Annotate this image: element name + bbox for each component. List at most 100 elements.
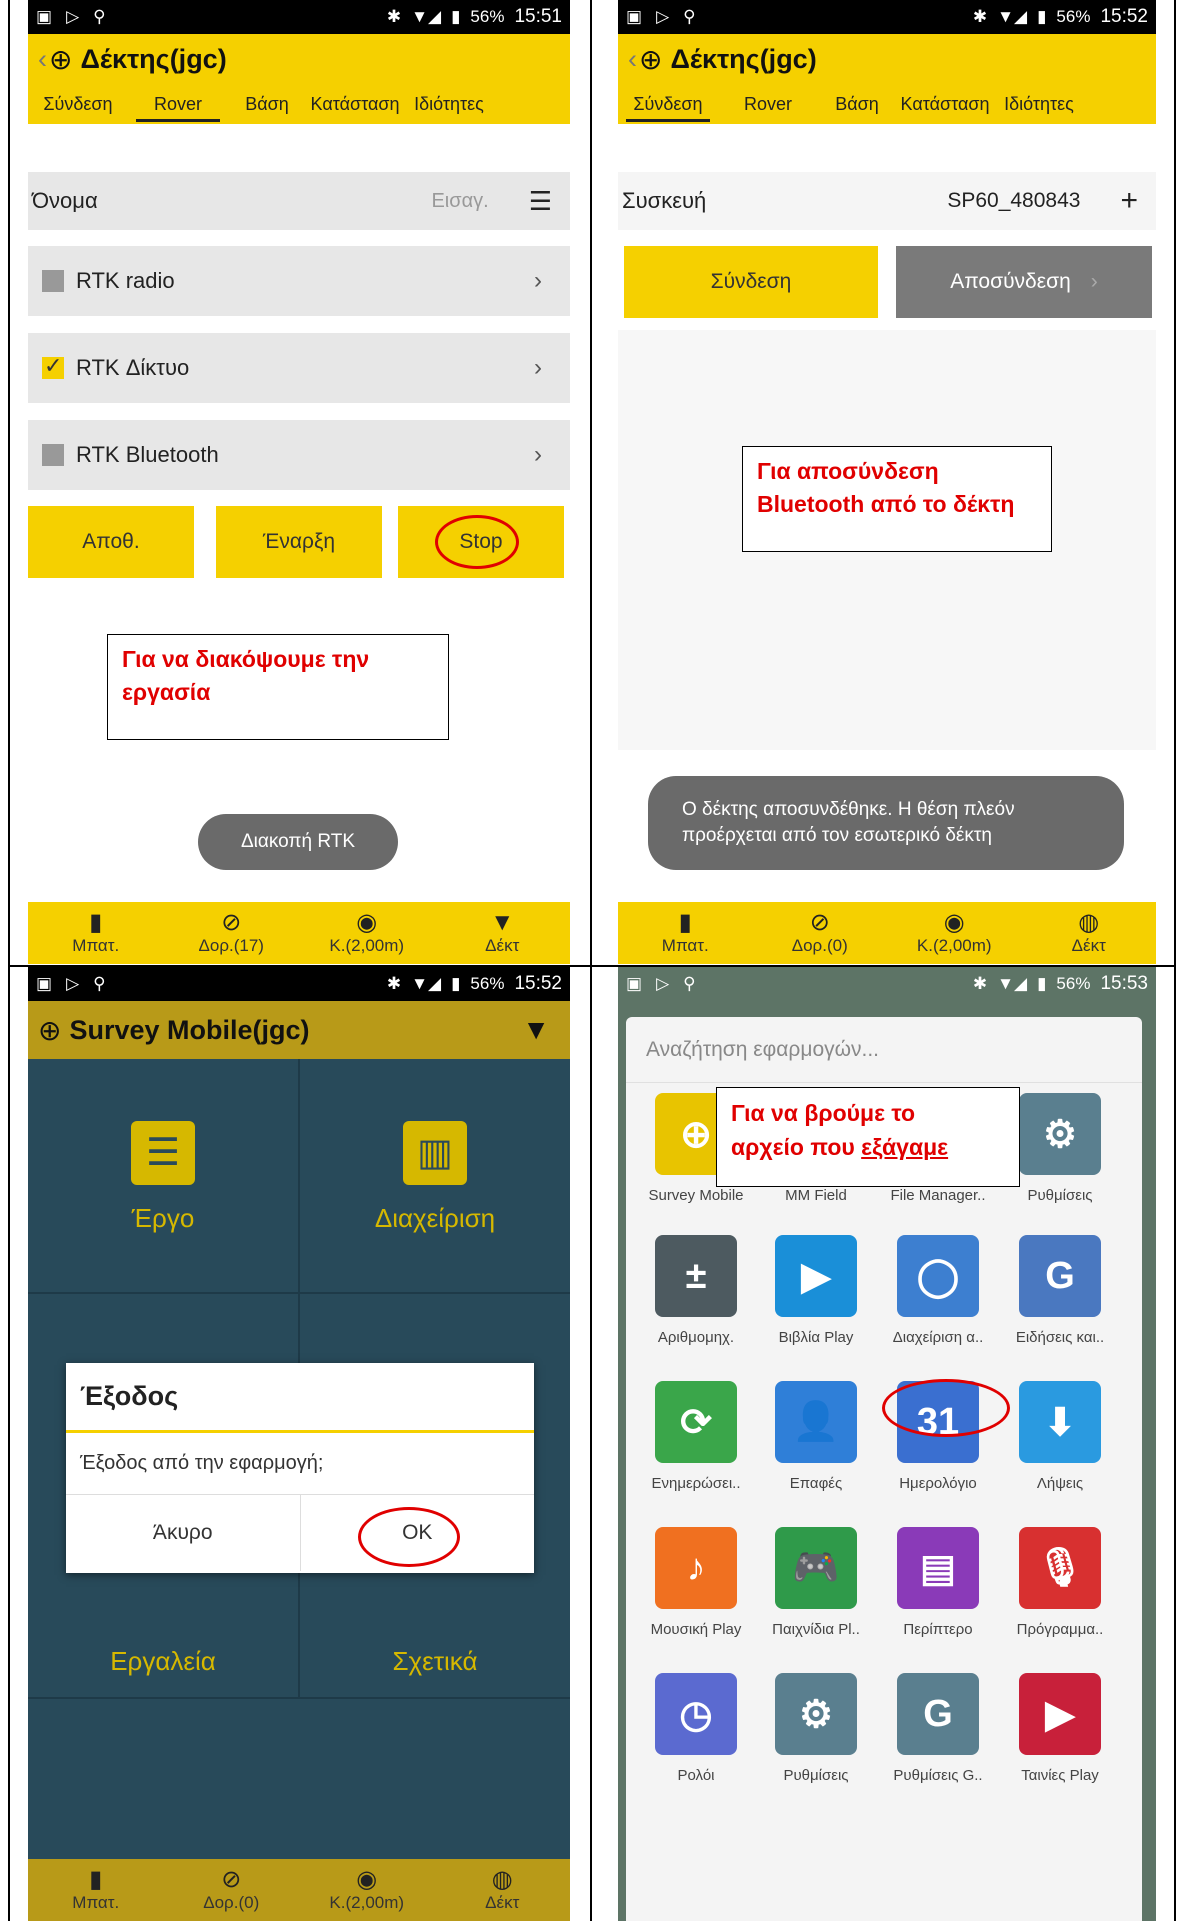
app-label: Ρολόι: [677, 1767, 715, 1784]
annotation-note: Για να βρούμε το αρχείο που εξάγαμε: [716, 1087, 1020, 1187]
receiver-icon: ◍: [1078, 909, 1100, 936]
pole-status[interactable]: ◉ Κ.(2,00m): [299, 1859, 435, 1921]
receiver-label: Δέκτ: [485, 936, 520, 955]
pole-status[interactable]: ◉ Κ.(2,00m): [887, 902, 1022, 964]
start-button[interactable]: Έναρξη: [216, 506, 382, 578]
app-file-manager-o[interactable]: ◯ Διαχείριση α..: [878, 1235, 998, 1346]
chevron-right-icon: ›: [534, 441, 542, 468]
updates-icon: ⟳: [655, 1381, 737, 1463]
tab-bar: Σύνδεση Rover Βάση Κατάσταση Ιδιότητες: [618, 84, 1156, 124]
option-rtk-bluetooth[interactable]: RTK Bluetooth ›: [28, 420, 570, 490]
satellite-label: Δορ.(0): [203, 1893, 260, 1912]
cancel-button[interactable]: Άκυρο: [66, 1495, 301, 1571]
app-play-games[interactable]: 🎮 Παιχνίδια Pl..: [756, 1527, 876, 1638]
app-play-books[interactable]: ▶ Βιβλία Play: [756, 1235, 876, 1346]
satellite-status[interactable]: ⊘ Δορ.(17): [164, 902, 300, 964]
news-icon: G: [1019, 1235, 1101, 1317]
app-clock[interactable]: ◷ Ρολόι: [636, 1673, 756, 1784]
app-updates[interactable]: ⟳ Ενημερώσει..: [636, 1381, 756, 1492]
panel-exit-dialog: ▣ ▷ ⚲ ✱ ▼◢ ▮ 56% 15:52 ⊕ Survey Mobile(jgc) ▼ …: [28, 967, 570, 1921]
satellite-status[interactable]: ⊘ Δορ.(0): [753, 902, 888, 964]
connect-button[interactable]: Σύνδεση: [624, 246, 878, 318]
app-contacts[interactable]: 👤 Επαφές: [756, 1381, 876, 1492]
option-rtk-radio[interactable]: RTK radio ›: [28, 246, 570, 316]
name-row: Όνομα Εισαγ. ☰: [28, 172, 570, 230]
disconnect-button[interactable]: Αποσύνδεση ›: [896, 246, 1152, 318]
tile-label: Έργο: [131, 1202, 195, 1233]
satellite-status[interactable]: ⊘ Δορ.(0): [164, 1859, 300, 1921]
tab-status[interactable]: Κατάσταση: [306, 84, 404, 124]
app-play-music[interactable]: ♪ Μουσική Play: [636, 1527, 756, 1638]
tab-rover[interactable]: Rover: [718, 84, 818, 124]
app-label: Αριθμομηχ.: [657, 1329, 735, 1346]
app-label: MM Field: [785, 1187, 847, 1204]
tile-management[interactable]: ▥ Διαχείριση: [300, 1077, 570, 1277]
app-news[interactable]: G Ειδήσεις και..: [1000, 1235, 1120, 1346]
bottom-status-bar: ▮ Μπατ. ⊘ Δορ.(17) ◉ Κ.(2,00m) ▼ Δέκτ: [28, 902, 570, 964]
tab-base[interactable]: Βάση: [228, 84, 306, 124]
option-label: RTK Bluetooth: [76, 442, 219, 467]
battery-icon: ▮: [451, 7, 461, 26]
list-icon[interactable]: ☰: [529, 186, 552, 217]
document-icon: ☰: [131, 1120, 195, 1185]
satellite-icon: ⊘: [809, 909, 830, 936]
page-title: Survey Mobile(jgc): [69, 1014, 310, 1045]
app-downloads[interactable]: ⬇ Λήψεις: [1000, 1381, 1120, 1492]
play-store-icon: ▷: [656, 7, 670, 26]
name-input[interactable]: Εισαγ.: [431, 190, 488, 213]
app-label: Παιχνίδια Pl..: [772, 1621, 860, 1638]
app-play-movies[interactable]: ▶ Ταινίες Play: [1000, 1673, 1120, 1784]
app-calculator[interactable]: ± Αριθμομηχ.: [636, 1235, 756, 1346]
app-settings[interactable]: ⚙ Ρυθμίσεις: [756, 1673, 876, 1784]
battery-label: Μπατ.: [661, 936, 709, 955]
add-icon[interactable]: +: [1120, 184, 1138, 218]
tab-properties[interactable]: Ιδιότητες: [994, 84, 1084, 124]
checkbox[interactable]: [42, 444, 64, 466]
receiver-status[interactable]: ◍ Δέκτ: [435, 1859, 571, 1921]
tab-properties[interactable]: Ιδιότητες: [404, 84, 494, 124]
option-rtk-network[interactable]: RTK Δίκτυο ›: [28, 333, 570, 403]
receiver-status[interactable]: ▼ Δέκτ: [435, 902, 571, 964]
app-newsstand[interactable]: ▤ Περίπτερο: [878, 1527, 998, 1638]
app-label: Survey Mobile: [648, 1187, 744, 1204]
newsstand-icon: ▤: [897, 1527, 979, 1609]
signal-icon: ▼◢: [411, 974, 442, 993]
pole-icon: ◉: [356, 909, 378, 936]
battery-percent: 56%: [1056, 7, 1091, 26]
app-search-input[interactable]: Αναζήτηση εφαρμογών...: [626, 1017, 1142, 1083]
pole-label: Κ.(2,00m): [916, 936, 992, 955]
back-icon[interactable]: ‹: [628, 44, 637, 75]
note-text: αρχείο που: [731, 1134, 862, 1160]
battery-icon: ▮: [89, 909, 103, 936]
battery-status[interactable]: ▮ Μπατ.: [28, 1859, 164, 1921]
chevron-right-icon: ›: [534, 267, 542, 294]
battery-percent: 56%: [470, 7, 505, 26]
play-store-icon: ▷: [66, 974, 80, 993]
back-icon[interactable]: ‹: [38, 44, 47, 75]
tab-connection[interactable]: Σύνδεση: [28, 84, 128, 124]
signal-icon: ▼◢: [997, 7, 1028, 26]
receiver-status[interactable]: ◍ Δέκτ: [1022, 902, 1157, 964]
app-google-settings[interactable]: G Ρυθμίσεις G..: [878, 1673, 998, 1784]
tab-connection[interactable]: Σύνδεση: [618, 84, 718, 124]
receiver-icon[interactable]: ▼: [522, 1014, 550, 1046]
app-recorder[interactable]: 🎙 Πρόγραμμα..: [1000, 1527, 1120, 1638]
pole-status[interactable]: ◉ Κ.(2,00m): [299, 902, 435, 964]
tab-base[interactable]: Βάση: [818, 84, 896, 124]
app-label: Βιβλία Play: [778, 1329, 854, 1346]
device-select[interactable]: SP60_480843: [947, 189, 1080, 213]
app-label: Λήψεις: [1036, 1475, 1084, 1492]
device-label: Συσκευή: [622, 188, 707, 213]
dialog-title: Έξοδος: [66, 1363, 534, 1433]
tile-project[interactable]: ☰ Έργο: [28, 1077, 298, 1277]
crosshair-icon: ⊕: [49, 43, 73, 75]
panel-app-drawer: ▣ ▷ ⚲ ✱ ▼◢ ▮ 56% 15:53 Αναζήτηση εφαρμογών... …: [618, 967, 1156, 1921]
tab-rover[interactable]: Rover: [128, 84, 228, 124]
checkbox[interactable]: [42, 270, 64, 292]
battery-status[interactable]: ▮ Μπατ.: [618, 902, 753, 964]
pole-icon: ◉: [356, 1866, 378, 1893]
save-button[interactable]: Αποθ.: [28, 506, 194, 578]
battery-status[interactable]: ▮ Μπατ.: [28, 902, 164, 964]
checkbox-checked[interactable]: [42, 353, 64, 379]
tab-status[interactable]: Κατάσταση: [896, 84, 994, 124]
